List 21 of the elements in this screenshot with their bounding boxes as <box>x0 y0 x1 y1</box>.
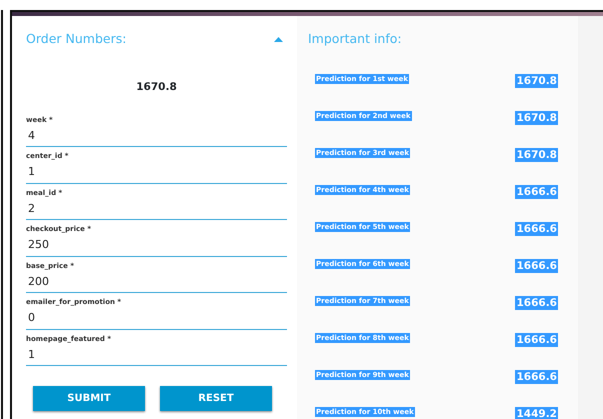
input-field[interactable]: 2 <box>26 198 287 220</box>
prediction-value: 1666.6 <box>515 259 558 273</box>
prediction-value: 1670.8 <box>515 74 558 88</box>
prediction-value: 1670.8 <box>515 148 558 162</box>
prediction-value: 1666.6 <box>515 296 558 310</box>
input-field[interactable]: 1 <box>26 161 287 184</box>
prediction-value: 1666.6 <box>515 333 558 347</box>
prediction-value: 1666.6 <box>515 370 558 384</box>
prediction-value: 1670.8 <box>515 111 558 125</box>
prediction-value: 1666.6 <box>515 222 558 236</box>
prediction-value: 1449.2 <box>515 407 558 419</box>
prediction-result: 1670.8 <box>136 81 177 93</box>
input-field[interactable]: 0 <box>26 307 287 330</box>
input-field[interactable]: 200 <box>26 270 287 294</box>
input-field[interactable]: 4 <box>26 124 287 148</box>
prediction-value: 1666.6 <box>515 185 558 199</box>
caret-icon[interactable] <box>274 36 283 42</box>
input-field[interactable]: 1 <box>26 344 287 366</box>
panel-title: Order Numbers: <box>26 30 126 48</box>
panel-title: Important info: <box>308 30 403 48</box>
input-field[interactable]: 250 <box>26 234 287 257</box>
